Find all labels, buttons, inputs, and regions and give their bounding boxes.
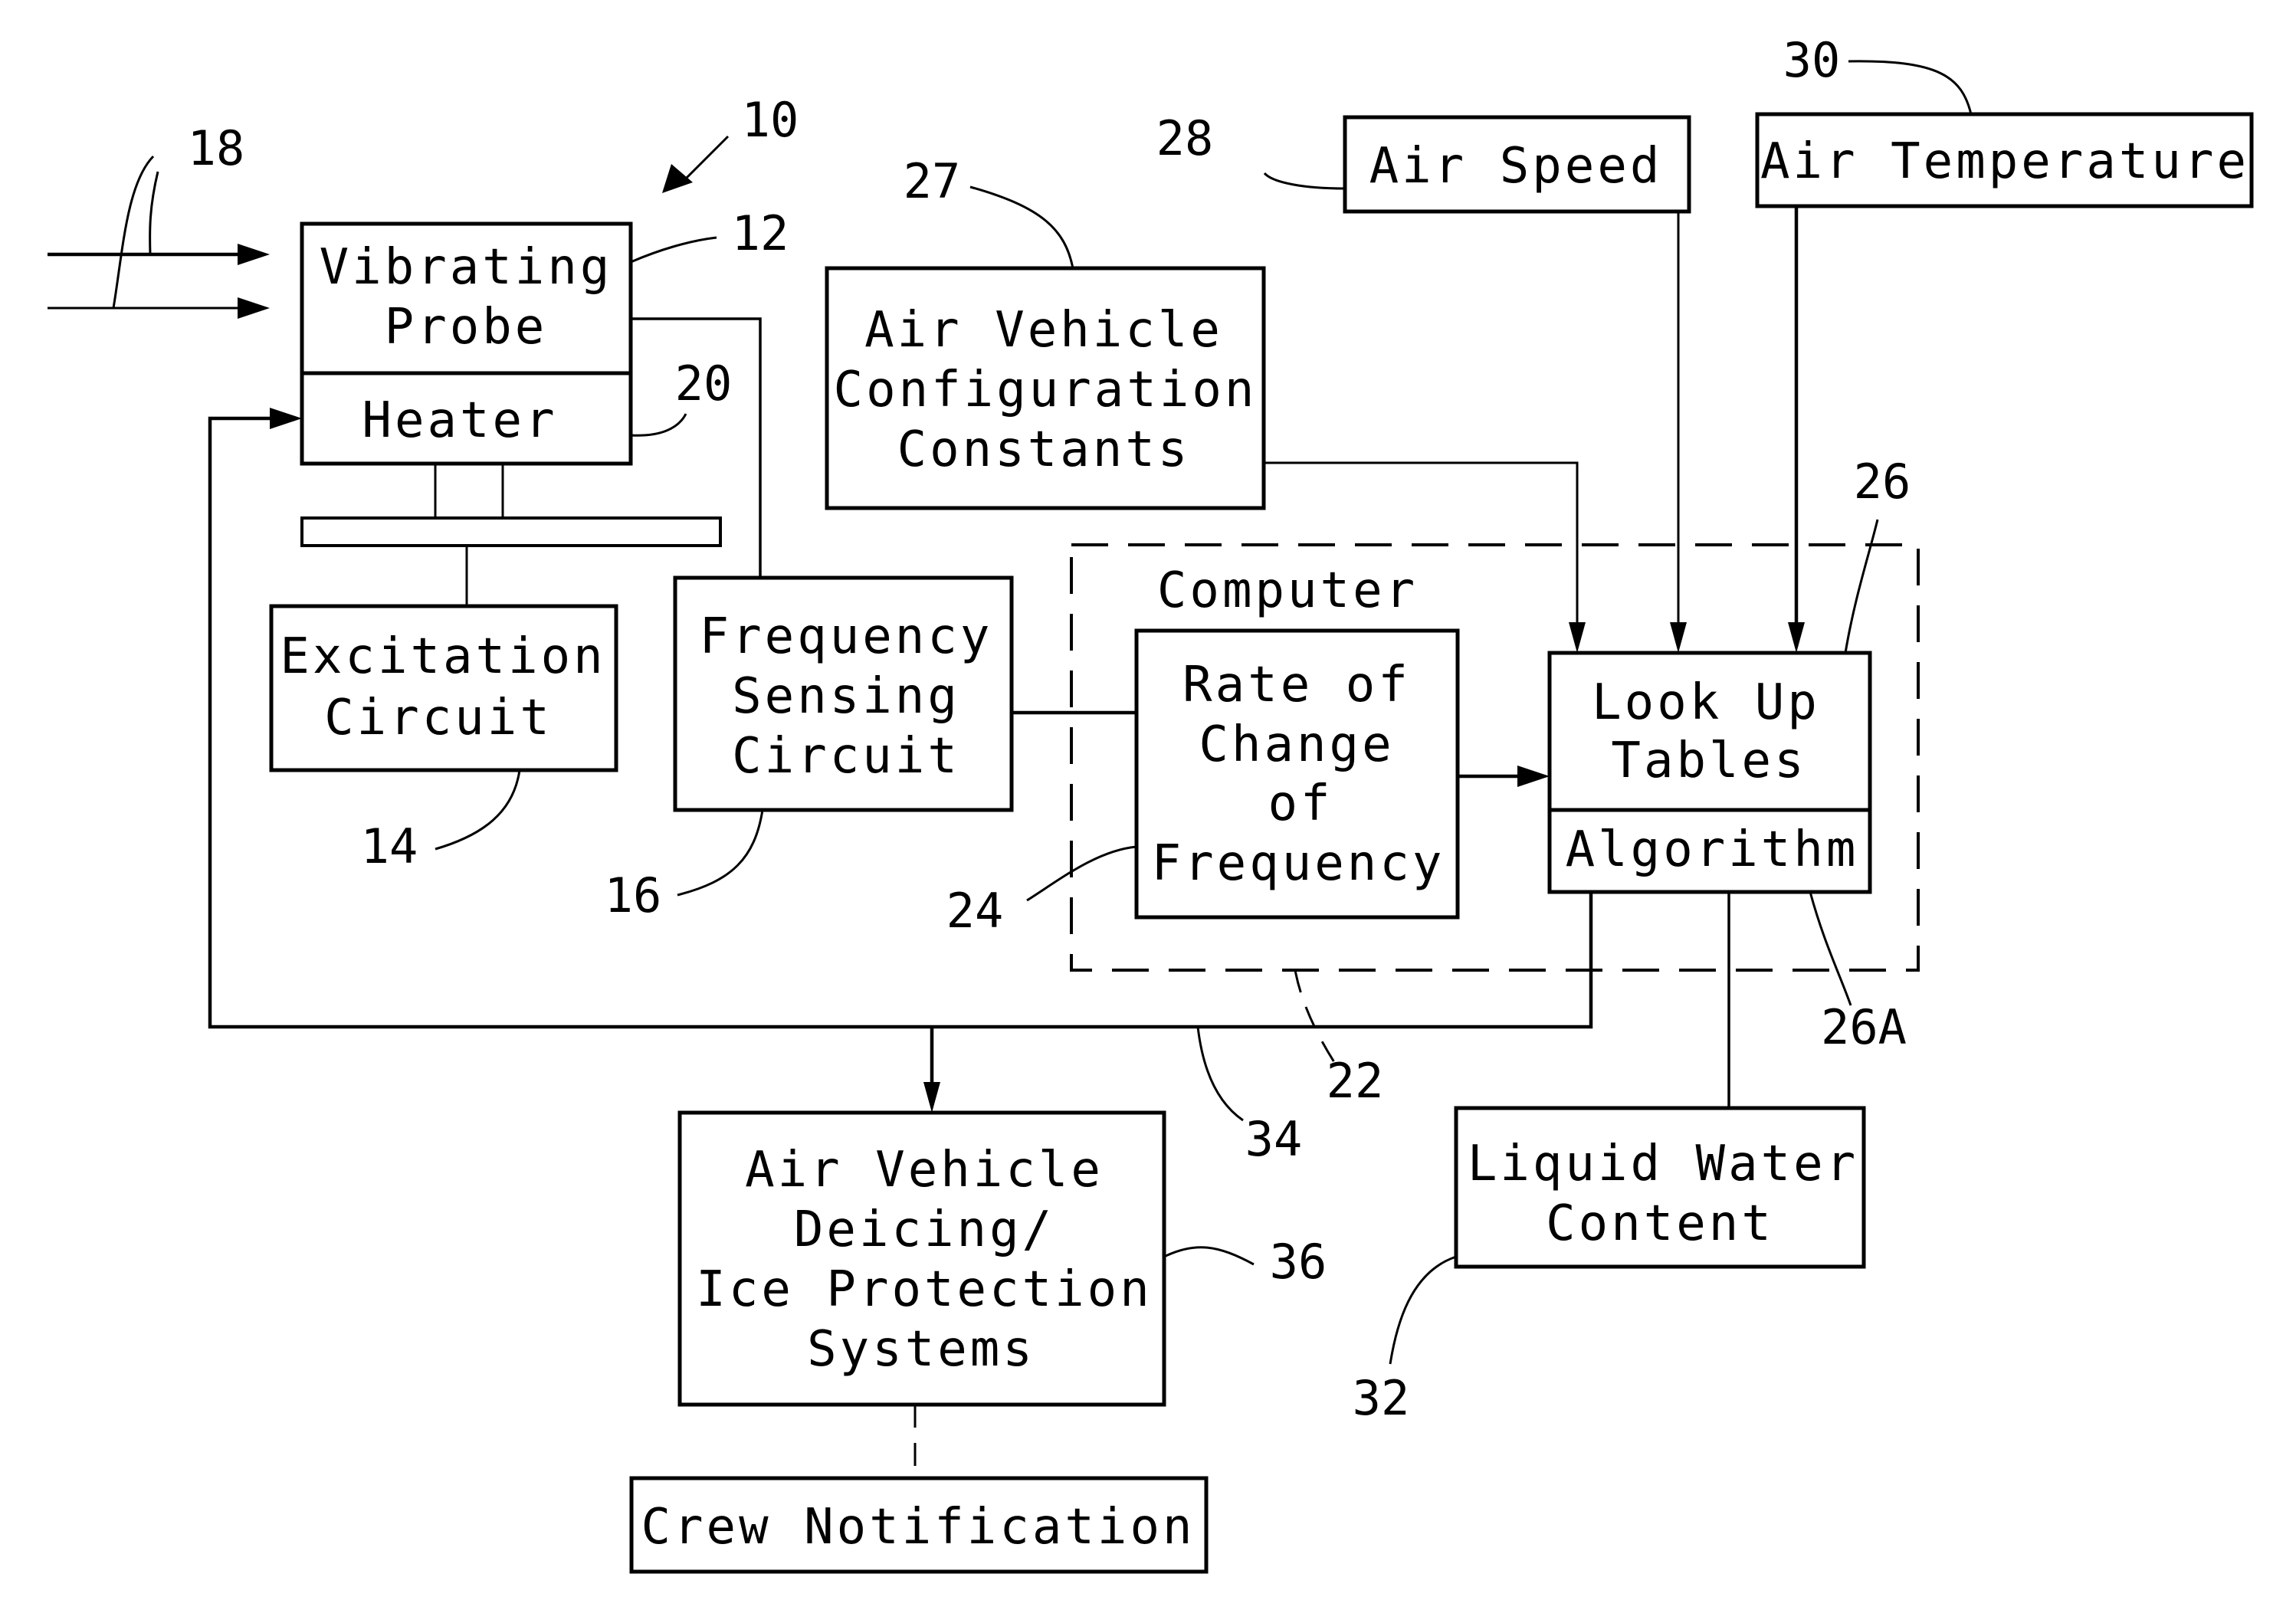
look-up-tables-label-line1: Look Up [1592,674,1820,731]
liquid-water-label-line2: Content [1546,1195,1774,1252]
frequency-sensing-label-line1: Frequency [700,608,993,665]
air-speed-block: Air Speed [1343,115,1691,214]
ref-32-liquid-water: 32 [1353,1370,1410,1426]
ref-27-config: 27 [904,153,961,209]
air-temperature-label: Air Temperature [1760,133,2249,190]
ref-18-airflow: 18 [188,120,245,176]
ref-24-rate: 24 [946,883,1004,939]
ref-26-lookup: 26 [1854,454,1911,510]
rate-of-change-label-line2: Change [1199,716,1394,773]
airflow-arrows [48,155,270,319]
ref-22-computer: 22 [1327,1053,1384,1109]
ref-20-heater: 20 [675,356,733,411]
vehicle-config-label-line2: Configuration [834,362,1258,418]
deicing-label-line1: Air Vehicle [745,1142,1104,1198]
ref-16-frequency: 16 [605,867,662,923]
vibrating-probe-block: Vibrating Probe [300,221,633,375]
frequency-sensing-label-line3: Circuit [732,728,960,785]
liquid-water-label-line1: Liquid Water [1468,1136,1858,1192]
computer-label: Computer [1157,562,1418,619]
look-up-tables-label-line2: Tables [1611,733,1806,789]
crew-notification-block: Crew Notification [629,1476,1209,1574]
excitation-circuit-label-line1: Excitation [280,628,605,685]
deicing-block: Air Vehicle Deicing/ Ice Protection Syst… [677,1110,1166,1407]
ref-10-system: 10 [742,92,799,148]
rate-of-change-block: Rate of Change of Frequency [1134,628,1460,920]
deicing-label-line3: Ice Protection [696,1261,1152,1318]
ref-12-probe: 12 [732,205,789,261]
heater-label: Heater [362,392,557,449]
air-speed-label: Air Speed [1369,138,1663,195]
system-ref-arrow [662,135,730,193]
rate-of-change-label-line1: Rate of [1182,657,1411,713]
deicing-label-line2: Deicing/ [794,1202,1055,1258]
ref-14-excitation: 14 [361,818,418,874]
vehicle-config-label-line3: Constants [897,421,1191,478]
excitation-circuit-label-line2: Circuit [324,690,553,746]
algorithm-label: Algorithm [1566,821,1859,878]
rate-of-change-label-line3: of [1268,775,1333,832]
frequency-sensing-label-line2: Sensing [732,668,960,725]
heater-block: Heater [300,371,633,466]
vehicle-config-label-line1: Air Vehicle [864,302,1223,359]
algorithm-block: Algorithm [1547,808,1872,894]
look-up-tables-block: Look Up Tables [1547,651,1872,812]
rate-of-change-label-line4: Frequency [1152,835,1445,892]
crew-notification-label: Crew Notification [641,1499,1195,1556]
probe-mount [300,464,722,606]
frequency-sensing-block: Frequency Sensing Circuit [673,575,1014,812]
excitation-circuit-block: Excitation Circuit [269,604,618,772]
deicing-label-line4: Systems [807,1321,1035,1378]
ref-30-airtemp: 30 [1783,32,1841,88]
ice-detection-block-diagram: 18 10 Vibrating Probe 12 Heater 20 Excit… [48,32,2254,1574]
ref-36-deicing: 36 [1270,1234,1327,1290]
liquid-water-content-block: Liquid Water Content [1454,1106,1866,1269]
vibrating-probe-label-line2: Probe [385,299,548,356]
vehicle-config-block: Air Vehicle Configuration Constants [825,266,1266,510]
vibrating-probe-label-line1: Vibrating [320,239,613,296]
ref-28-airspeed: 28 [1156,110,1214,166]
air-temperature-block: Air Temperature [1755,112,2254,208]
ref-26a-algorithm: 26A [1821,999,1907,1055]
ref-34-feedback: 34 [1245,1111,1303,1167]
